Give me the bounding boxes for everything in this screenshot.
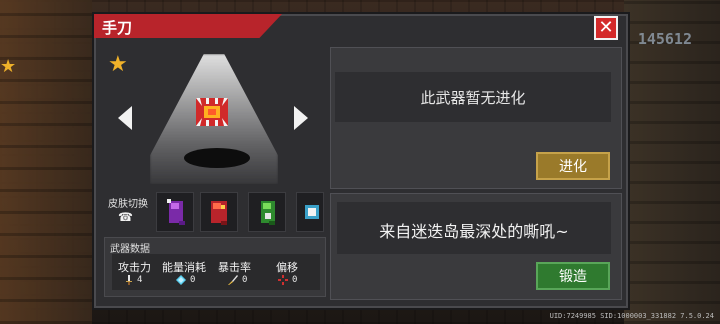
stat-label: 暴击率 [218, 261, 251, 274]
evolution-status-text: 此武器暂无进化 [420, 89, 526, 107]
dungeon-wall-left [0, 0, 92, 324]
dungeon-wall-right [624, 0, 720, 324]
skin-switch-label: 皮肤切换 [108, 199, 148, 210]
stat-value: 0 [190, 275, 196, 285]
previous-weapon-arrow-icon[interactable] [118, 106, 132, 130]
close-button[interactable]: ✕ [594, 16, 618, 40]
side-star-icon: ★ [0, 56, 17, 77]
crosshair-icon [278, 275, 288, 285]
stat-value: 4 [137, 275, 143, 285]
stats-title: 武器数据 [110, 244, 150, 255]
skin-slot[interactable] [156, 192, 194, 232]
sword-icon [126, 275, 132, 285]
weapon-sprite-icon [196, 98, 228, 126]
stat-value: 0 [292, 275, 298, 285]
skin-slot[interactable] [296, 192, 324, 232]
weapon-shadow [184, 148, 250, 168]
stat-label: 能量消耗 [162, 261, 206, 274]
purple-claw-skin-icon [167, 199, 185, 225]
skin-slot[interactable] [248, 192, 286, 232]
energy-crystal-icon [176, 275, 186, 285]
skin-switch-icon[interactable]: ☎ [118, 210, 136, 224]
forge-button[interactable]: 锻造 [536, 262, 610, 290]
red-claw-skin-icon [211, 201, 227, 225]
evolve-button[interactable]: 进化 [536, 152, 610, 180]
weapon-title: 手刀 [102, 19, 133, 37]
stat-label: 攻击力 [118, 261, 151, 274]
weapon-description: 来自迷迭岛最深处的嘶吼~ [379, 222, 569, 241]
star-icon: ★ [108, 52, 128, 77]
score-display: 145612 [637, 30, 692, 48]
stat-value: 0 [242, 275, 248, 285]
skin-slot[interactable] [200, 192, 238, 232]
uid-text: UID:7249985 SID:1000003_331882 7.5.0.24 [549, 312, 714, 320]
next-weapon-arrow-icon[interactable] [294, 106, 308, 130]
stat-label: 偏移 [276, 261, 298, 274]
green-claw-skin-icon [261, 201, 275, 225]
crit-icon [228, 275, 238, 285]
mouth-skin-icon [305, 205, 319, 219]
